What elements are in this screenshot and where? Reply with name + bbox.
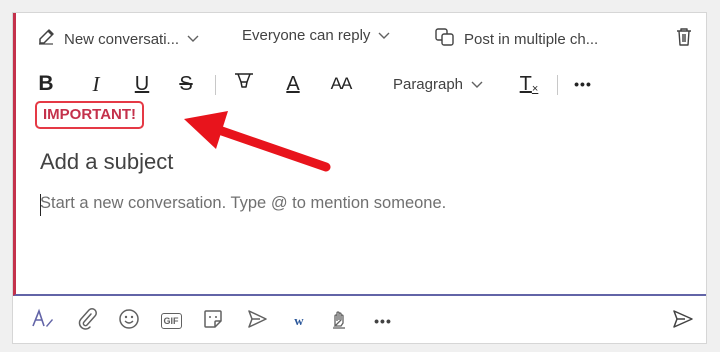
more-options-label: •••	[574, 76, 592, 92]
italic-label: I	[92, 71, 100, 96]
chevron-down-icon	[471, 76, 483, 93]
attach-button[interactable]	[73, 307, 101, 335]
underline-button[interactable]: U	[130, 69, 154, 99]
annotation-arrow	[184, 111, 331, 172]
compose-card: New conversati... Everyone can reply Pos…	[12, 12, 707, 344]
word-icon: w	[294, 313, 304, 328]
smiley-icon	[118, 308, 140, 335]
compose-edit-icon	[36, 27, 56, 51]
word-app-button[interactable]: w	[285, 307, 313, 335]
font-size-button[interactable]: AA	[326, 69, 356, 99]
font-color-label: A	[286, 72, 300, 95]
more-options-button[interactable]: •••	[568, 69, 598, 99]
post-type-dropdown[interactable]: New conversati...	[36, 27, 199, 51]
approvals-app-button[interactable]	[325, 307, 353, 335]
clear-formatting-label: T	[519, 72, 532, 95]
clear-formatting-button[interactable]: T ×	[516, 69, 542, 99]
hand-icon	[329, 308, 349, 335]
italic-button[interactable]: I	[84, 69, 108, 99]
important-label: IMPORTANT!	[43, 106, 137, 123]
meet-now-button[interactable]	[243, 307, 271, 335]
paragraph-label: Paragraph	[392, 75, 464, 93]
send-outline-icon	[246, 308, 268, 335]
copy-icon	[434, 27, 456, 51]
paperclip-icon	[77, 307, 97, 335]
more-apps-button[interactable]: •••	[369, 307, 397, 335]
underline-label: U	[134, 72, 150, 95]
message-body-input[interactable]: Start a new conversation. Type @ to ment…	[40, 194, 446, 213]
chevron-down-icon	[187, 32, 199, 46]
strikethrough-label: S	[179, 72, 193, 95]
strikethrough-button[interactable]: S	[174, 69, 198, 99]
text-cursor	[40, 194, 41, 216]
post-multiple-channels-button[interactable]: Post in multiple ch...	[434, 27, 598, 51]
send-button[interactable]	[669, 307, 697, 335]
bold-label: B	[38, 72, 54, 95]
reply-setting-dropdown[interactable]: Everyone can reply	[242, 27, 390, 44]
compose-actions-bar: GIF w •••	[13, 301, 706, 341]
format-pen-icon	[31, 308, 55, 335]
paragraph-dropdown[interactable]: Paragraph	[388, 69, 488, 99]
sticker-button[interactable]	[199, 307, 227, 335]
toolbar-divider	[557, 75, 558, 95]
important-announcement-tag[interactable]: IMPORTANT!	[35, 101, 145, 129]
font-color-button[interactable]: A	[281, 69, 305, 99]
sticker-icon	[202, 308, 224, 335]
post-options-bar: New conversati... Everyone can reply Pos…	[16, 27, 706, 57]
clear-x-icon: ×	[531, 83, 539, 95]
highlighter-icon	[232, 71, 256, 98]
format-button[interactable]	[29, 307, 57, 335]
trash-icon	[675, 27, 693, 51]
send-icon	[672, 309, 694, 334]
emoji-button[interactable]	[115, 307, 143, 335]
post-type-label: New conversati...	[64, 30, 180, 48]
formatting-toolbar: B I U S A AA Paragraph T × •••	[16, 69, 706, 99]
toolbar-divider	[215, 75, 216, 95]
font-size-label: AA	[330, 74, 353, 93]
delete-button[interactable]	[675, 27, 693, 51]
multi-post-label: Post in multiple ch...	[464, 30, 599, 48]
subject-input[interactable]: Add a subject	[40, 149, 173, 175]
chevron-down-icon	[378, 29, 390, 43]
gif-button[interactable]: GIF	[157, 307, 185, 335]
more-apps-label: •••	[374, 313, 392, 329]
highlight-button[interactable]	[231, 69, 257, 99]
bold-button[interactable]: B	[34, 69, 58, 99]
reply-setting-label: Everyone can reply	[242, 27, 371, 44]
compose-area: New conversati... Everyone can reply Pos…	[13, 13, 706, 296]
gif-label: GIF	[160, 313, 182, 329]
